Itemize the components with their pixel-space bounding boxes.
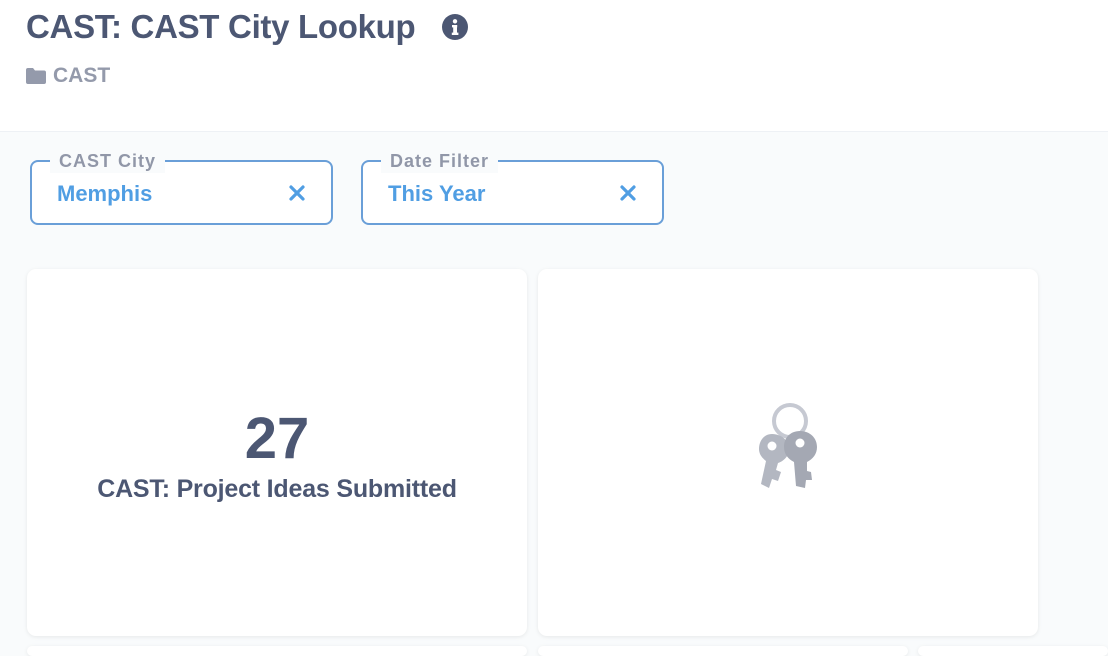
filter-value: Memphis <box>57 181 153 206</box>
close-icon[interactable] <box>288 184 306 202</box>
filter-date[interactable]: Date Filter This Year <box>361 149 664 225</box>
filter-value: This Year <box>388 181 486 206</box>
keys-icon <box>759 403 817 488</box>
page-title: CAST: CAST City Lookup <box>26 8 416 45</box>
card-partial <box>918 646 1108 656</box>
close-icon[interactable] <box>619 184 637 202</box>
card-partial <box>538 646 908 656</box>
folder-icon <box>26 68 46 84</box>
collection-breadcrumb[interactable]: CAST <box>26 64 110 88</box>
scalar-value: 27 <box>244 406 310 471</box>
dashboard-header: CAST: CAST City Lookup CAST <box>0 0 1108 132</box>
filter-label: CAST City <box>50 149 166 173</box>
card-partial <box>27 646 527 656</box>
title-row: CAST: CAST City Lookup <box>26 8 469 46</box>
filter-cast-city[interactable]: CAST City Memphis <box>30 149 333 225</box>
collection-name: CAST <box>53 64 111 87</box>
card-title-link[interactable]: CAST: Project Ideas Submitted <box>27 475 527 504</box>
filter-label: Date Filter <box>381 149 499 173</box>
info-icon[interactable] <box>441 13 469 41</box>
